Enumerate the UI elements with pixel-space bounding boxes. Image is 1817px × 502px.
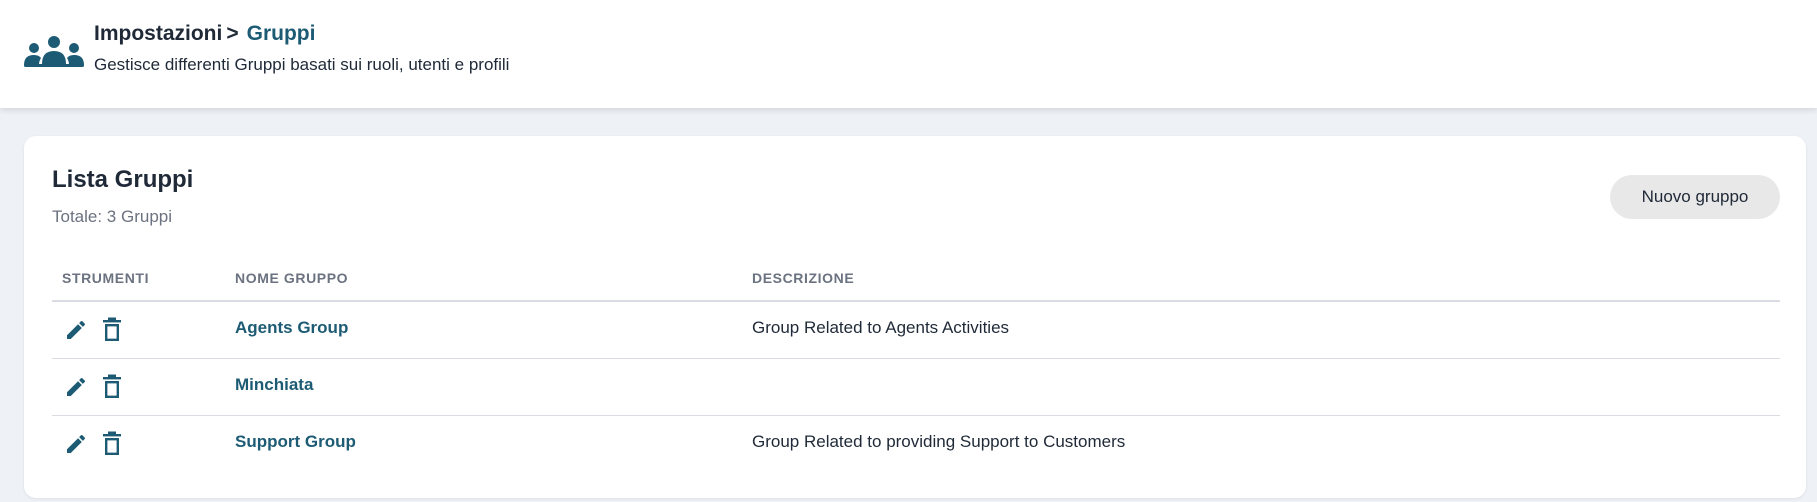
table-row: Agents Group Group Related to Agents Act…: [52, 302, 1780, 359]
edit-icon[interactable]: [62, 430, 90, 458]
column-header-description[interactable]: DESCRIZIONE: [752, 270, 854, 286]
group-name-link[interactable]: Agents Group: [235, 318, 348, 338]
group-description: Group Related to Agents Activities: [752, 318, 1010, 337]
page-subtitle: Gestisce differenti Gruppi basati sui ru…: [94, 55, 510, 74]
edit-icon[interactable]: [62, 373, 90, 401]
groups-total: Totale: 3 Gruppi: [52, 207, 173, 226]
column-header-name[interactable]: NOME GRUPPO: [235, 270, 348, 286]
row-tools: [62, 373, 126, 401]
group-name-link[interactable]: Support Group: [235, 432, 356, 452]
table-row: Minchiata: [52, 359, 1780, 416]
trash-icon[interactable]: [98, 373, 126, 401]
card-title: Lista Gruppi: [52, 166, 194, 193]
table-row: Support Group Group Related to providing…: [52, 416, 1780, 472]
trash-icon[interactable]: [98, 430, 126, 458]
column-header-tools: STRUMENTI: [62, 270, 150, 286]
table-header: STRUMENTI NOME GRUPPO DESCRIZIONE: [52, 260, 1780, 302]
page-header: Impostazioni > Gruppi Gestisce differenti …: [0, 0, 1817, 108]
groups-table: STRUMENTI NOME GRUPPO DESCRIZIONE Agents…: [52, 260, 1780, 472]
breadcrumb-separator: >: [226, 22, 239, 45]
group-description: Group Related to providing Support to Cu…: [752, 432, 1126, 451]
row-tools: [62, 430, 126, 458]
group-name-link[interactable]: Minchiata: [235, 375, 313, 395]
trash-icon[interactable]: [98, 316, 126, 344]
breadcrumb: Impostazioni > Gruppi: [94, 22, 315, 46]
breadcrumb-current: Gruppi: [246, 22, 316, 45]
groups-icon: [24, 36, 84, 67]
groups-card: Lista Gruppi Totale: 3 Gruppi Nuovo grup…: [24, 136, 1806, 498]
row-tools: [62, 316, 126, 344]
edit-icon[interactable]: [62, 316, 90, 344]
breadcrumb-root[interactable]: Impostazioni: [94, 22, 222, 45]
new-group-button[interactable]: Nuovo gruppo: [1610, 175, 1780, 219]
